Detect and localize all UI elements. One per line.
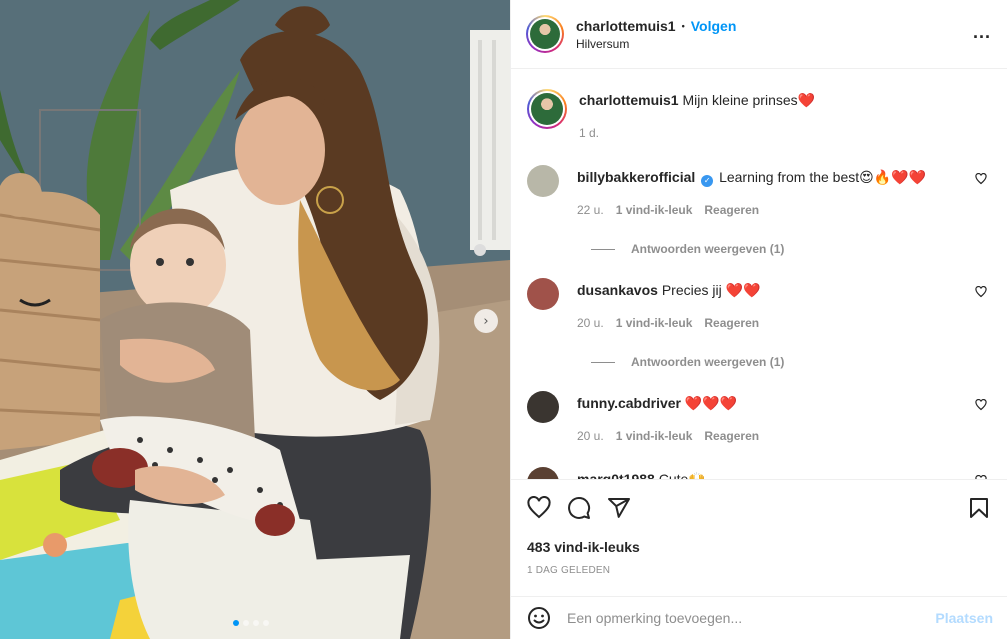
comment-like-icon[interactable] xyxy=(975,399,987,411)
post-comment-button[interactable]: Plaatsen xyxy=(935,610,993,626)
chevron-right-icon: › xyxy=(483,313,489,329)
comment-likes[interactable]: 1 vind-ik-leuk xyxy=(616,427,693,445)
post-location[interactable]: Hilversum xyxy=(576,37,736,51)
post-header: charlottemuis1 • Volgen Hilversum ... xyxy=(511,0,1007,69)
caption-avatar[interactable] xyxy=(527,89,567,129)
comment-item: marg0t1988 Cute🙌 xyxy=(527,467,991,479)
comment-text: Learning from the best xyxy=(719,169,860,185)
commenter-avatar[interactable] xyxy=(527,467,559,479)
comment-item: billybakkerofficial ✓ Learning from the … xyxy=(527,165,991,219)
carousel-dot xyxy=(243,620,249,626)
view-replies-button[interactable]: Antwoorden weergeven (1) xyxy=(591,242,991,256)
comment-likes[interactable]: 1 vind-ik-leuk xyxy=(616,201,693,219)
carousel-next-button[interactable]: › xyxy=(474,309,498,333)
instagram-post: › charlottemuis1 • Volgen Hilversum ... xyxy=(0,0,1007,639)
smiley-icon[interactable] xyxy=(527,606,551,630)
author-username[interactable]: charlottemuis1 xyxy=(576,18,676,34)
reply-button[interactable]: Reageren xyxy=(704,201,759,219)
comment-username[interactable]: billybakkerofficial xyxy=(577,169,695,185)
photo-illustration xyxy=(0,0,510,639)
comment-like-icon[interactable] xyxy=(975,286,987,298)
commenter-avatar[interactable] xyxy=(527,391,559,423)
comment-item: dusankavos Precies jij ❤️❤️ 20 u. 1 vind… xyxy=(527,278,991,332)
carousel-indicator xyxy=(233,620,269,626)
verified-badge-icon: ✓ xyxy=(701,175,714,187)
comment-likes[interactable]: 1 vind-ik-leuk xyxy=(616,314,693,332)
comment-time[interactable]: 20 u. xyxy=(577,427,604,445)
author-avatar[interactable] xyxy=(526,15,564,53)
comment-like-icon[interactable] xyxy=(975,173,987,185)
caption-time[interactable]: 1 d. xyxy=(579,124,599,142)
follow-button[interactable]: Volgen xyxy=(691,18,737,34)
like-heart-icon[interactable] xyxy=(527,496,551,520)
comment-username[interactable]: funny.cabdriver xyxy=(577,395,681,411)
comment-emoji: 😍🔥❤️❤️ xyxy=(859,170,927,186)
caption-emoji: ❤️ xyxy=(797,93,816,109)
commenter-avatar[interactable] xyxy=(527,165,559,197)
save-bookmark-icon[interactable] xyxy=(967,496,991,520)
carousel-dot xyxy=(253,620,259,626)
post-date[interactable]: 1 DAG GELEDEN xyxy=(527,565,991,576)
comment-time[interactable]: 22 u. xyxy=(577,201,604,219)
reply-button[interactable]: Reageren xyxy=(704,314,759,332)
caption-username[interactable]: charlottemuis1 xyxy=(579,92,679,108)
comment-time[interactable]: 20 u. xyxy=(577,314,604,332)
add-comment-bar: Plaatsen xyxy=(511,596,1007,639)
post-photo[interactable]: › xyxy=(0,0,510,639)
carousel-dot xyxy=(233,620,239,626)
comments-list[interactable]: charlottemuis1 Mijn kleine prinses❤️ 1 d… xyxy=(511,69,1007,479)
comment-text: Precies jij xyxy=(661,282,722,298)
view-replies-button[interactable]: Antwoorden weergeven (1) xyxy=(591,355,991,369)
comment-emoji: ❤️❤️ xyxy=(725,283,761,299)
comment-username[interactable]: dusankavos xyxy=(577,282,658,298)
commenter-avatar[interactable] xyxy=(527,278,559,310)
carousel-dot xyxy=(263,620,269,626)
comment-item: funny.cabdriver ❤️❤️❤️ 20 u. 1 vind-ik-l… xyxy=(527,391,991,445)
more-options-icon[interactable]: ... xyxy=(973,22,991,43)
caption-text: Mijn kleine prinses xyxy=(682,92,798,108)
view-replies-label: Antwoorden weergeven (1) xyxy=(631,355,785,369)
comment-emoji: ❤️❤️❤️ xyxy=(684,396,738,412)
post-details-panel: charlottemuis1 • Volgen Hilversum ... ch… xyxy=(510,0,1007,639)
share-send-icon[interactable] xyxy=(607,496,631,520)
comment-input[interactable] xyxy=(567,610,936,626)
comment-username[interactable]: marg0t1988 xyxy=(577,471,655,479)
likes-count[interactable]: 483 vind-ik-leuks xyxy=(527,539,991,555)
comment-text: Cute xyxy=(658,471,689,479)
comment-bubble-icon[interactable] xyxy=(567,496,591,520)
view-replies-label: Antwoorden weergeven (1) xyxy=(631,242,785,256)
comment-like-icon[interactable] xyxy=(975,475,987,479)
action-bar xyxy=(527,494,991,522)
post-caption: charlottemuis1 Mijn kleine prinses❤️ 1 d… xyxy=(527,89,991,142)
reply-button[interactable]: Reageren xyxy=(704,427,759,445)
comment-emoji: 🙌 xyxy=(688,472,705,479)
separator-dot: • xyxy=(681,20,685,31)
